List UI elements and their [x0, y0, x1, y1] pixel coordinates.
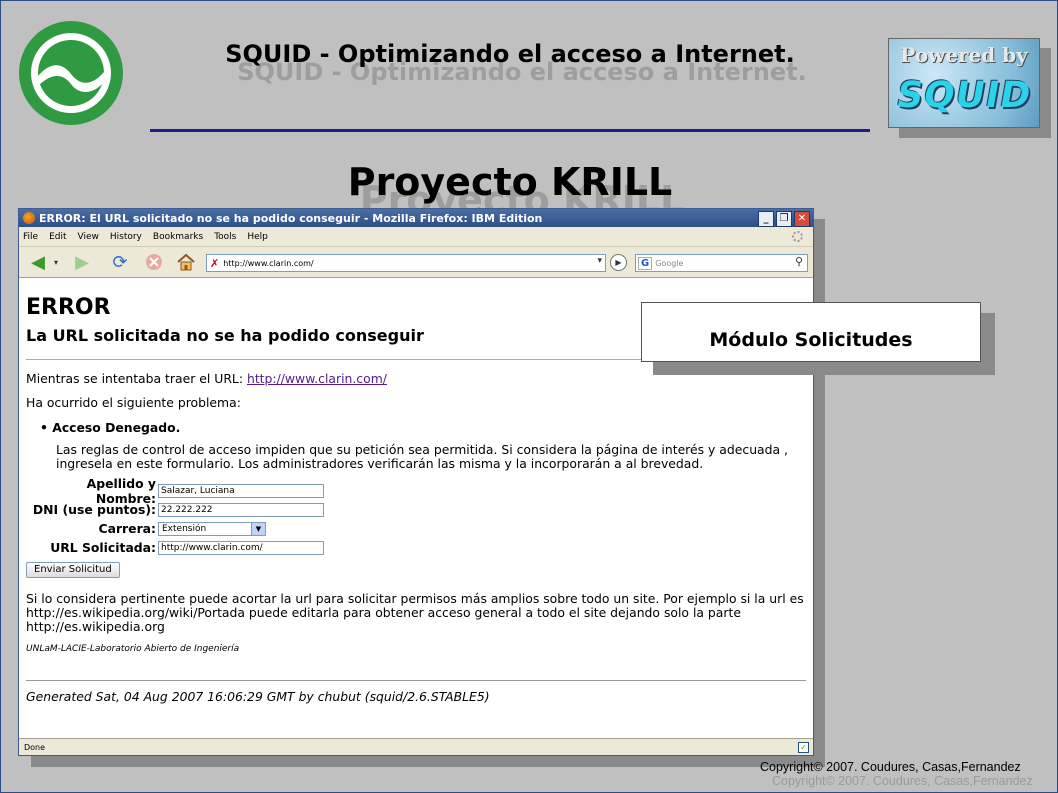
problem-title: Acceso Denegado. — [40, 420, 806, 435]
career-label: Carrera: — [98, 521, 156, 536]
browser-titlebar: ERROR: El URL solicitado no se ha podido… — [19, 209, 813, 227]
go-icon[interactable]: ▶ — [610, 254, 627, 271]
url-text: http://www.clarin.com/ — [223, 258, 314, 268]
google-engine-icon[interactable]: G — [638, 256, 653, 270]
menu-bookmarks[interactable]: Bookmarks — [153, 232, 203, 242]
header-title-text: SQUID - Optimizando el acceso a Internet… — [225, 40, 795, 68]
url-bar[interactable]: ✗ http://www.clarin.com/ ▾ — [206, 254, 606, 272]
request-form: Apellido y Nombre: Salazar, Luciana DNI … — [26, 476, 806, 578]
powered-label: Powered by — [900, 43, 1028, 67]
menu-file[interactable]: File — [23, 232, 38, 242]
menu-view[interactable]: View — [78, 232, 99, 242]
dni-input[interactable]: 22.222.222 — [158, 502, 324, 517]
module-callout: Módulo Solicitudes — [641, 302, 981, 362]
copyright-shadow: Copyright© 2007. Coudures, Casas,Fernand… — [772, 774, 1033, 788]
window-controls: _ ❐ ✕ — [758, 211, 810, 227]
url-label: URL Solicitada: — [50, 540, 156, 555]
footer-divider — [26, 680, 806, 681]
shorten-url-hint: Si lo considera pertinente puede acortar… — [26, 591, 804, 634]
url-dropdown-icon[interactable]: ▾ — [597, 256, 602, 266]
university-logo — [19, 21, 123, 125]
name-input[interactable]: Salazar, Luciana — [158, 483, 324, 498]
forward-icon[interactable]: ▶ — [69, 252, 95, 273]
requested-url-link[interactable]: http://www.clarin.com/ — [247, 371, 387, 386]
form-row-name: Apellido y Nombre: Salazar, Luciana — [26, 476, 806, 506]
career-selected-value: Extensión — [162, 523, 207, 534]
problem-description: Las reglas de control de acceso impiden … — [56, 442, 788, 471]
security-x-icon: ✗ — [210, 256, 220, 270]
form-row-career: Carrera: Extensión ▼ — [26, 519, 806, 538]
menu-help[interactable]: Help — [247, 232, 268, 242]
window-title: ERROR: El URL solicitado no se ha podido… — [39, 211, 543, 225]
status-check-icon: ✓ — [798, 742, 809, 753]
copyright: Copyright© 2007. Coudures, Casas,Fernand… — [760, 760, 1021, 774]
search-box[interactable]: G Google ⚲ — [635, 254, 808, 272]
menu-edit[interactable]: Edit — [49, 232, 66, 242]
squid-brand: SQUID — [893, 75, 1035, 116]
submit-request-button[interactable]: Enviar Solicitud — [26, 562, 120, 578]
name-label: Apellido y Nombre: — [86, 475, 156, 506]
minimize-button[interactable]: _ — [758, 211, 774, 227]
dni-label: DNI (use puntos): — [32, 502, 156, 517]
chevron-down-icon[interactable]: ▼ — [251, 522, 265, 535]
form-row-dni: DNI (use puntos): 22.222.222 — [26, 500, 806, 519]
status-bar: Done ✓ — [19, 738, 813, 755]
firefox-icon — [23, 212, 35, 224]
trying-prefix: Mientras se intentaba traer el URL: — [26, 371, 244, 386]
throbber-icon — [792, 231, 803, 242]
close-button[interactable]: ✕ — [794, 211, 810, 227]
status-text: Done — [24, 742, 46, 752]
back-dropdown-icon[interactable]: ▾ — [52, 252, 60, 272]
career-select[interactable]: Extensión ▼ — [158, 521, 266, 536]
project-title-text: Proyecto KRILL — [347, 160, 673, 204]
back-icon[interactable]: ◀ — [25, 252, 51, 273]
reload-icon[interactable]: ⟳ — [109, 252, 131, 273]
menu-bar: File Edit View History Bookmarks Tools H… — [19, 227, 813, 247]
navigation-toolbar: ◀ ▾ ▶ ⟳ ✗ http://www.clarin.com/ ▾ ▶ G G… — [19, 247, 813, 278]
home-icon[interactable] — [175, 252, 197, 272]
search-placeholder: Google — [655, 258, 684, 268]
generated-footer: Generated Sat, 04 Aug 2007 16:06:29 GMT … — [26, 689, 490, 704]
stop-icon[interactable] — [143, 252, 165, 272]
menu-tools[interactable]: Tools — [214, 232, 236, 242]
requested-url-input[interactable]: http://www.clarin.com/ — [158, 540, 324, 555]
title-divider — [150, 129, 870, 132]
lab-name: UNLaM-LACIE-Laboratorio Abierto de Ingen… — [26, 644, 240, 654]
search-icon[interactable]: ⚲ — [795, 255, 803, 268]
powered-by-squid-logo: Powered by SQUID — [888, 38, 1040, 128]
browser-window: ERROR: El URL solicitado no se ha podido… — [18, 208, 814, 756]
menu-history[interactable]: History — [110, 232, 142, 242]
problem-intro: Ha ocurrido el siguiente problema: — [26, 395, 241, 410]
restore-button[interactable]: ❐ — [776, 211, 792, 227]
form-row-url: URL Solicitada: http://www.clarin.com/ — [26, 538, 806, 557]
